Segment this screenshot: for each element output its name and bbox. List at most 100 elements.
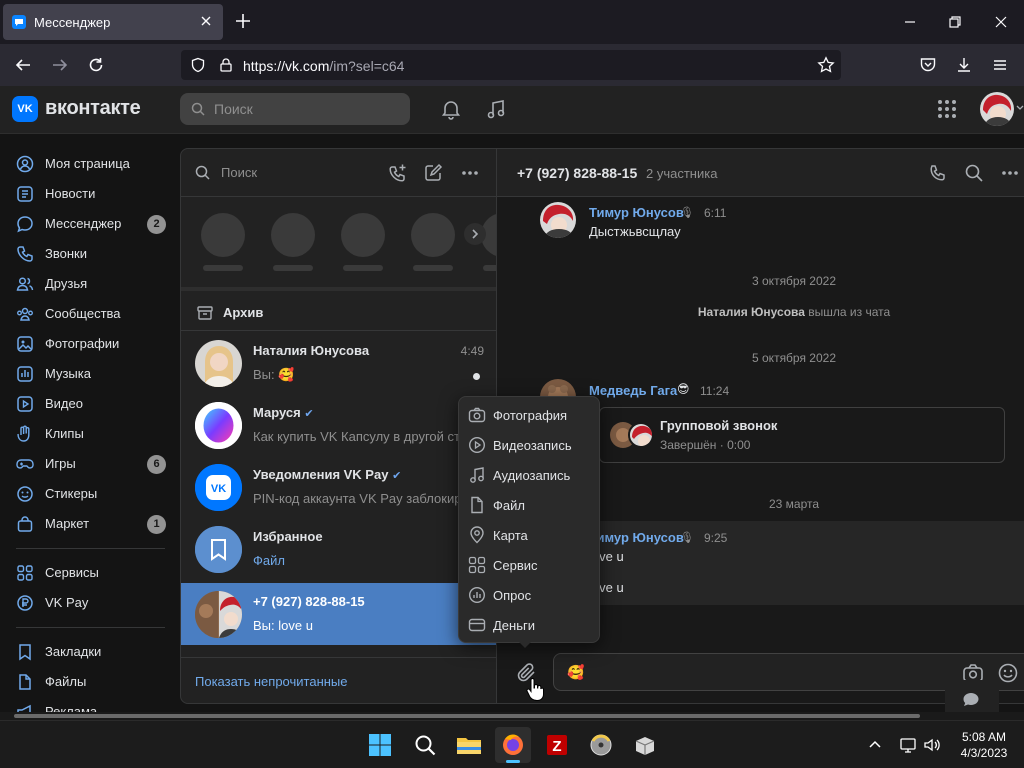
sidebar-item-my-page[interactable]: Моя страница — [0, 149, 175, 179]
favorites-avatar — [195, 526, 242, 573]
chat-members-count[interactable]: 2 участника — [646, 166, 717, 181]
author-avatar[interactable] — [540, 202, 576, 238]
address-bar[interactable]: https://vk.com/im?sel=c64 — [181, 50, 841, 80]
microphone-badge-icon: 🎙 — [680, 532, 694, 544]
sidebar-item-market[interactable]: Маркет 1 — [0, 509, 175, 539]
chat-search-icon[interactable] — [964, 163, 984, 183]
conversation-item-selected[interactable]: +7 (927) 828-88-15 23 Вы: love u — [181, 583, 496, 645]
new-call-icon[interactable] — [388, 163, 408, 183]
conversation-preview: PIN-код аккаунта VK Pay заблокиро — [253, 491, 469, 506]
video-icon — [16, 395, 34, 413]
archive-row[interactable]: Архив — [181, 287, 496, 331]
sidebar-item-calls[interactable]: Звонки — [0, 239, 175, 269]
emoji-smile-icon[interactable] — [997, 662, 1019, 684]
message-author[interactable]: Тимур Юнусов — [589, 530, 684, 545]
chat-title[interactable]: +7 (927) 828-88-15 — [517, 165, 637, 181]
firefox-taskbar-icon[interactable] — [495, 727, 531, 763]
attach-video-item[interactable]: Видеозапись — [459, 430, 599, 460]
sidebar-item-friends[interactable]: Друзья — [0, 269, 175, 299]
message-author[interactable]: Медведь Гага — [589, 383, 677, 398]
story-label-placeholder — [483, 265, 496, 271]
attach-file-item[interactable]: Файл — [459, 490, 599, 520]
conversation-item[interactable]: Избранное 24 Файл — [181, 518, 496, 580]
sidebar-item-video[interactable]: Видео — [0, 389, 175, 419]
vk-brand-name[interactable]: вконтакте — [45, 97, 141, 120]
downloads-icon[interactable] — [955, 56, 973, 74]
sidebar-item-label: Сервисы — [45, 565, 99, 580]
unread-dot — [473, 373, 480, 380]
taskbar-search-icon[interactable] — [407, 727, 443, 763]
apps-grid-icon[interactable] — [936, 98, 958, 120]
message-author[interactable]: Тимур Юнусов — [589, 205, 684, 220]
call-phone-icon[interactable] — [928, 163, 948, 183]
microphone-badge-icon: 🎙 — [680, 207, 694, 219]
vk-logo-icon[interactable]: VK — [12, 96, 38, 122]
notifications-bell-icon[interactable] — [440, 98, 462, 120]
pocket-icon[interactable] — [919, 56, 937, 74]
compose-icon[interactable] — [423, 163, 443, 183]
search-icon — [191, 102, 205, 116]
attach-map-item[interactable]: Карта — [459, 520, 599, 550]
sidebar-item-communities[interactable]: Сообщества — [0, 299, 175, 329]
reload-icon[interactable] — [87, 56, 105, 74]
sidebar-item-music[interactable]: Музыка — [0, 359, 175, 389]
sidebar-item-stickers[interactable]: Стикеры — [0, 479, 175, 509]
scrollbar-thumb[interactable] — [14, 714, 920, 718]
forward-arrow-icon[interactable] — [51, 56, 69, 74]
bookmark-star-icon[interactable] — [817, 56, 835, 74]
lock-icon[interactable] — [218, 57, 234, 73]
volume-icon[interactable] — [923, 736, 941, 754]
conversation-item[interactable]: Наталия Юнусова 4:49 Вы: 🥰 — [181, 332, 496, 394]
package-app-icon[interactable] — [627, 727, 663, 763]
network-icon[interactable] — [899, 736, 917, 754]
attach-service-item[interactable]: Сервис — [459, 550, 599, 580]
sidebar-item-messenger[interactable]: Мессенджер 2 — [0, 209, 175, 239]
browser-tab[interactable]: Мессенджер — [3, 4, 223, 40]
back-arrow-icon[interactable] — [14, 56, 32, 74]
attach-money-item[interactable]: Деньги — [459, 610, 599, 640]
header-search-input[interactable]: Поиск — [180, 93, 410, 125]
bookmark-icon — [16, 643, 34, 661]
sidebar-item-clips[interactable]: Клипы — [0, 419, 175, 449]
attach-poll-item[interactable]: Опрос — [459, 580, 599, 610]
close-window-icon[interactable] — [993, 14, 1009, 30]
filezilla-icon[interactable]: Z — [539, 727, 575, 763]
conversation-item-partial[interactable] — [181, 645, 496, 657]
conversation-item[interactable]: VK Уведомления VK Pay ✔ 28 PIN-код аккау… — [181, 456, 496, 518]
more-options-icon[interactable] — [460, 163, 480, 183]
windows-start-icon[interactable] — [362, 727, 398, 763]
music-player-icon[interactable] — [485, 98, 507, 120]
conversation-name: +7 (927) 828-88-15 — [253, 594, 365, 609]
horizontal-scrollbar[interactable] — [0, 712, 1024, 720]
conversation-item[interactable]: Маруся ✔ 28 Как купить VK Капсулу в друг… — [181, 394, 496, 456]
profile-avatar[interactable] — [980, 92, 1014, 126]
disc-app-icon[interactable] — [583, 727, 619, 763]
group-call-card[interactable]: Групповой звонок Завершён · 0:00 — [599, 407, 1005, 463]
show-hidden-icons-chevron-icon[interactable] — [867, 737, 883, 753]
minimize-window-icon[interactable] — [902, 14, 918, 30]
chevron-down-icon[interactable] — [1016, 104, 1024, 112]
services-icon — [468, 556, 486, 574]
sidebar-item-games[interactable]: Игры 6 — [0, 449, 175, 479]
restore-window-icon[interactable] — [947, 14, 963, 30]
show-unread-label: Показать непрочитанные — [195, 674, 348, 689]
file-explorer-icon[interactable] — [451, 727, 487, 763]
sidebar-item-news[interactable]: Новости — [0, 179, 175, 209]
show-unread-link[interactable]: Показать непрочитанные — [181, 657, 496, 703]
sidebar-item-photos[interactable]: Фотографии — [0, 329, 175, 359]
sidebar-item-bookmarks[interactable]: Закладки — [0, 637, 175, 667]
sidebar-item-vkpay[interactable]: VK Pay — [0, 588, 175, 618]
sidebar-item-files[interactable]: Файлы — [0, 667, 175, 697]
new-tab-icon[interactable] — [234, 12, 252, 30]
shield-icon[interactable] — [190, 57, 206, 73]
app-menu-icon[interactable] — [991, 56, 1009, 74]
chat-more-icon[interactable] — [1000, 163, 1020, 183]
system-clock[interactable]: 5:08 AM 4/3/2023 — [950, 729, 1018, 761]
sidebar-item-services[interactable]: Сервисы — [0, 558, 175, 588]
chat-list-search[interactable]: Поиск — [181, 149, 496, 197]
attach-menu-label: Деньги — [493, 618, 535, 633]
stories-next-chevron-icon[interactable] — [464, 223, 486, 245]
attach-audio-item[interactable]: Аудиозапись — [459, 460, 599, 490]
close-tab-icon[interactable] — [198, 13, 214, 29]
attach-photo-item[interactable]: Фотография — [459, 400, 599, 430]
